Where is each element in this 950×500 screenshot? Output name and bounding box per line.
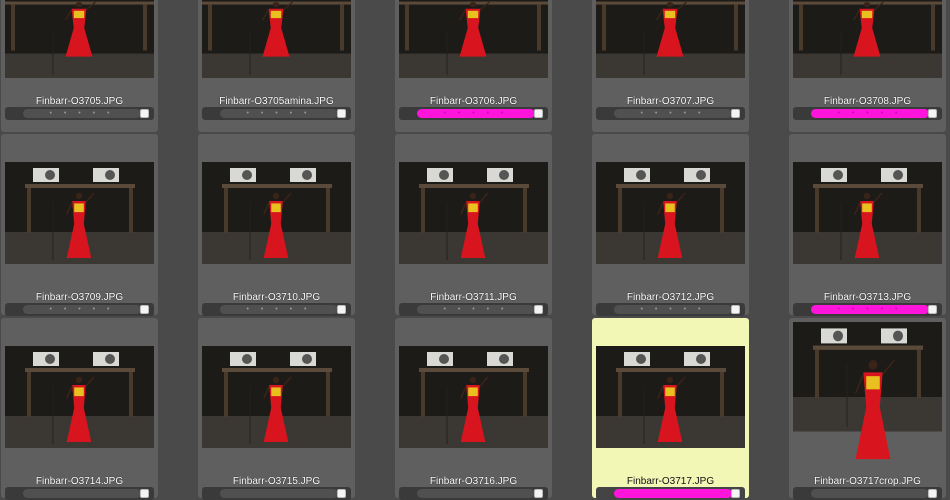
star-rating[interactable]: [220, 489, 338, 498]
photo-thumbnail[interactable]: [202, 0, 351, 78]
filename-label: Finbarr-O3709.JPG: [35, 292, 124, 303]
rating-bar: • • • • •: [399, 303, 548, 316]
select-checkbox[interactable]: [928, 489, 937, 498]
select-checkbox[interactable]: [140, 305, 149, 314]
rating-bar: • • • • •: [793, 303, 942, 316]
star-rating[interactable]: • • • • •: [811, 109, 929, 118]
thumbnail-cell[interactable]: Finbarr-O3709.JPG • • • • •: [1, 134, 158, 316]
thumbnail-cell[interactable]: Finbarr-O3705amina.JPG • • • • •: [198, 0, 355, 132]
filename-label: Finbarr-O3710.JPG: [232, 292, 321, 303]
photo-thumbnail[interactable]: [793, 322, 942, 472]
star-rating[interactable]: • • • • •: [614, 109, 732, 118]
filename-label: Finbarr-O3705amina.JPG: [219, 96, 334, 107]
rating-bar: • • • • •: [5, 303, 154, 316]
select-checkbox[interactable]: [140, 109, 149, 118]
filename-label: Finbarr-O3711.JPG: [430, 292, 517, 303]
thumbnail-cell[interactable]: Finbarr-O3707.JPG • • • • •: [592, 0, 749, 132]
select-checkbox[interactable]: [337, 109, 346, 118]
select-checkbox[interactable]: [731, 305, 740, 314]
star-rating[interactable]: • • • • •: [220, 305, 338, 314]
select-checkbox[interactable]: [928, 305, 937, 314]
filename-label: Finbarr-O3717crop.JPG: [814, 476, 921, 487]
filename-label: Finbarr-O3713.JPG: [823, 292, 912, 303]
photo-thumbnail[interactable]: [202, 346, 351, 448]
rating-bar: • • • • •: [202, 107, 351, 120]
star-rating[interactable]: • • • • •: [220, 109, 338, 118]
thumbnail-cell[interactable]: Finbarr-O3710.JPG • • • • •: [198, 134, 355, 316]
photo-thumbnail[interactable]: [5, 346, 154, 448]
star-rating[interactable]: [614, 489, 732, 498]
filename-label: Finbarr-O3707.JPG: [626, 96, 715, 107]
photo-thumbnail[interactable]: [596, 162, 745, 264]
thumbnail-cell[interactable]: Finbarr-O3706.JPG • • • • •: [395, 0, 552, 132]
filename-label: Finbarr-O3712.JPG: [626, 292, 715, 303]
select-checkbox[interactable]: [337, 489, 346, 498]
photo-thumbnail[interactable]: [399, 346, 548, 448]
select-checkbox[interactable]: [731, 489, 740, 498]
rating-bar: • • • • •: [5, 107, 154, 120]
rating-bar: • • • • •: [596, 303, 745, 316]
rating-bar: • • • • •: [399, 107, 548, 120]
filename-label: Finbarr-O3715.JPG: [232, 476, 321, 487]
star-rating[interactable]: [23, 489, 141, 498]
star-rating[interactable]: • • • • •: [23, 109, 141, 118]
select-checkbox[interactable]: [534, 109, 543, 118]
filename-label: Finbarr-O3716.JPG: [429, 476, 518, 487]
thumbnail-cell[interactable]: Finbarr-O3708.JPG • • • • •: [789, 0, 946, 132]
photo-thumbnail[interactable]: [5, 0, 154, 78]
filename-label: Finbarr-O3706.JPG: [429, 96, 518, 107]
star-rating[interactable]: • • • • •: [614, 305, 732, 314]
star-rating[interactable]: • • • • •: [811, 305, 929, 314]
star-rating[interactable]: • • • • •: [23, 305, 141, 314]
select-checkbox[interactable]: [337, 305, 346, 314]
star-rating[interactable]: [417, 489, 535, 498]
select-checkbox[interactable]: [731, 109, 740, 118]
select-checkbox[interactable]: [140, 489, 149, 498]
photo-thumbnail[interactable]: [596, 346, 745, 448]
thumbnail-cell[interactable]: Finbarr-O3717crop.JPG: [789, 318, 946, 500]
thumbnail-cell[interactable]: Finbarr-O3713.JPG • • • • •: [789, 134, 946, 316]
star-rating[interactable]: • • • • •: [417, 305, 535, 314]
thumbnail-cell[interactable]: Finbarr-O3714.JPG: [1, 318, 158, 500]
filename-label: Finbarr-O3717.JPG: [626, 476, 715, 487]
filename-label: Finbarr-O3714.JPG: [35, 476, 124, 487]
filename-label: Finbarr-O3705.JPG: [35, 96, 124, 107]
thumbnail-cell[interactable]: Finbarr-O3711.JPG • • • • •: [395, 134, 552, 316]
select-checkbox[interactable]: [534, 305, 543, 314]
rating-bar: • • • • •: [596, 107, 745, 120]
thumbnail-cell[interactable]: Finbarr-O3717.JPG: [592, 318, 749, 500]
photo-thumbnail[interactable]: [793, 0, 942, 78]
photo-thumbnail[interactable]: [793, 162, 942, 264]
select-checkbox[interactable]: [928, 109, 937, 118]
photo-thumbnail[interactable]: [596, 0, 745, 78]
thumbnail-cell[interactable]: Finbarr-O3705.JPG • • • • •: [1, 0, 158, 132]
thumbnail-cell[interactable]: Finbarr-O3712.JPG • • • • •: [592, 134, 749, 316]
star-rating[interactable]: • • • • •: [417, 109, 535, 118]
thumbnail-cell[interactable]: Finbarr-O3715.JPG: [198, 318, 355, 500]
select-checkbox[interactable]: [534, 489, 543, 498]
rating-bar: • • • • •: [793, 107, 942, 120]
photo-thumbnail[interactable]: [5, 162, 154, 264]
photo-thumbnail[interactable]: [202, 162, 351, 264]
photo-thumbnail[interactable]: [399, 0, 548, 78]
thumbnail-cell[interactable]: Finbarr-O3716.JPG: [395, 318, 552, 500]
thumbnail-grid: Finbarr-O3705.JPG • • • • • Finbarr-O3705a…: [0, 0, 950, 500]
filename-label: Finbarr-O3708.JPG: [823, 96, 912, 107]
rating-bar: • • • • •: [202, 303, 351, 316]
photo-thumbnail[interactable]: [399, 162, 548, 264]
star-rating[interactable]: [811, 489, 929, 498]
